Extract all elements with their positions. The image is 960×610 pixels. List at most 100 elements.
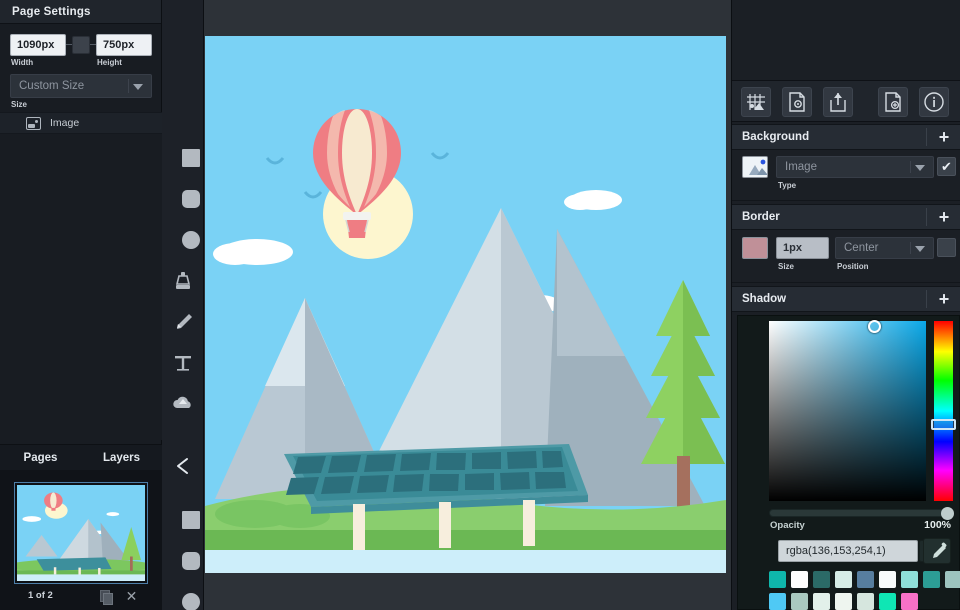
swatch[interactable] — [857, 593, 874, 610]
swatch[interactable] — [769, 593, 786, 610]
swatch[interactable] — [923, 571, 940, 588]
panel-tabs: Pages Layers — [0, 444, 162, 472]
page-settings-button[interactable] — [782, 87, 812, 117]
select-divider — [910, 242, 911, 254]
select-divider — [128, 79, 129, 93]
width-input[interactable]: 1090px — [10, 34, 66, 56]
section-header-background: Background + — [732, 124, 960, 150]
layer-item-label: Image — [50, 117, 80, 129]
opacity-value: 100% — [924, 519, 951, 531]
swatch[interactable] — [901, 593, 918, 610]
circle-icon — [182, 231, 200, 249]
back-button[interactable] — [172, 455, 194, 477]
image-icon — [26, 117, 41, 130]
size-preset-value: Custom Size — [19, 80, 85, 92]
square-icon — [182, 511, 200, 529]
swatch[interactable] — [857, 571, 874, 588]
plus-icon[interactable]: + — [935, 208, 953, 227]
info-circle-icon — [924, 92, 944, 112]
link-dimensions-icon[interactable] — [72, 36, 90, 54]
upload-tool[interactable] — [170, 391, 196, 417]
swatch[interactable] — [879, 571, 896, 588]
swatch[interactable] — [901, 571, 918, 588]
app-root: Page Settings 1090px 750px Width Height … — [0, 0, 960, 610]
hue-slider[interactable] — [934, 321, 953, 501]
list-item[interactable]: Image — [0, 112, 162, 134]
saturation-value-area[interactable] — [769, 320, 926, 501]
size-label: Size — [11, 100, 28, 109]
rounded-square-icon — [182, 190, 200, 208]
text-tool[interactable] — [170, 350, 196, 376]
rounded-rectangle-tool[interactable] — [170, 186, 200, 212]
rectangle-tool-2[interactable] — [170, 507, 200, 533]
plus-icon[interactable]: + — [935, 290, 953, 309]
opacity-slider[interactable] — [769, 507, 954, 520]
swatch[interactable] — [791, 593, 808, 610]
border-enabled-checkbox[interactable] — [937, 238, 956, 257]
background-type-label: Type — [778, 181, 797, 190]
add-page-button[interactable] — [878, 87, 908, 117]
section-header-border: Border + — [732, 204, 960, 230]
page-settings-panel: Page Settings 1090px 750px Width Height … — [0, 0, 162, 610]
info-button[interactable] — [919, 87, 949, 117]
snap-grid-button[interactable] — [741, 87, 771, 117]
swatch[interactable] — [791, 571, 808, 588]
export-button[interactable] — [823, 87, 853, 117]
tab-layers[interactable]: Layers — [81, 445, 162, 471]
size-preset-select[interactable]: Custom Size — [10, 74, 152, 98]
image-thumbnail-swatch[interactable] — [742, 156, 768, 178]
document-upload-icon — [830, 93, 846, 112]
border-size-input[interactable]: 1px — [776, 237, 829, 259]
pages-list: 1 of 2 ✕ — [0, 470, 162, 610]
swatch[interactable] — [945, 571, 960, 588]
saturation-handle[interactable] — [868, 320, 881, 333]
tab-pages[interactable]: Pages — [0, 445, 81, 471]
section-title: Shadow — [742, 293, 787, 305]
eyedropper-icon — [933, 542, 947, 558]
section-title: Background — [742, 131, 810, 143]
plus-icon[interactable]: + — [935, 128, 953, 147]
border-position-select[interactable]: Center — [835, 237, 934, 259]
height-label: Height — [97, 58, 122, 67]
design-canvas[interactable] — [205, 36, 726, 573]
circle-icon — [182, 593, 200, 610]
rounded-rectangle-tool-2[interactable] — [170, 548, 200, 574]
close-icon[interactable]: ✕ — [125, 589, 138, 603]
section-header-shadow: Shadow + — [732, 286, 960, 312]
swatch[interactable] — [879, 593, 896, 610]
swatch[interactable] — [813, 571, 830, 588]
border-color-swatch[interactable] — [742, 237, 768, 259]
divider — [926, 128, 927, 146]
height-input[interactable]: 750px — [96, 34, 152, 56]
chevron-down-icon — [133, 84, 143, 90]
eyedropper-button[interactable] — [923, 538, 951, 564]
swatch[interactable] — [813, 593, 830, 610]
ellipse-tool[interactable] — [170, 227, 200, 253]
swatch[interactable] — [769, 571, 786, 588]
opacity-label: Opacity — [770, 520, 805, 531]
ellipse-tool-2[interactable] — [170, 589, 200, 610]
duplicate-page-icon[interactable] — [99, 590, 113, 605]
document-plus-icon — [885, 92, 901, 112]
tool-strip — [162, 0, 204, 610]
rectangle-tool[interactable] — [170, 145, 200, 171]
hue-slider-handle[interactable] — [931, 419, 956, 430]
background-enabled-checkbox[interactable]: ✔ — [937, 157, 956, 176]
image-thumbnail-preview — [743, 157, 767, 177]
pencil-tool[interactable] — [170, 309, 196, 335]
page-count-label: 1 of 2 — [28, 590, 53, 601]
document-gear-icon — [789, 92, 805, 112]
swatch[interactable] — [835, 571, 852, 588]
check-icon: ✔ — [941, 159, 952, 174]
page-thumbnail[interactable] — [14, 482, 148, 584]
properties-toolbar — [732, 80, 960, 122]
section-body-background: Image Type ✔ — [732, 150, 960, 201]
stamp-tool[interactable] — [170, 268, 196, 294]
thumbnail-artwork — [17, 485, 145, 581]
page-thumbnail-image — [17, 485, 145, 581]
square-icon — [182, 149, 200, 167]
swatch[interactable] — [835, 593, 852, 610]
background-type-value: Image — [785, 161, 817, 173]
background-type-select[interactable]: Image — [776, 156, 934, 178]
color-value-input[interactable]: rgba(136,153,254,1) — [778, 540, 918, 562]
